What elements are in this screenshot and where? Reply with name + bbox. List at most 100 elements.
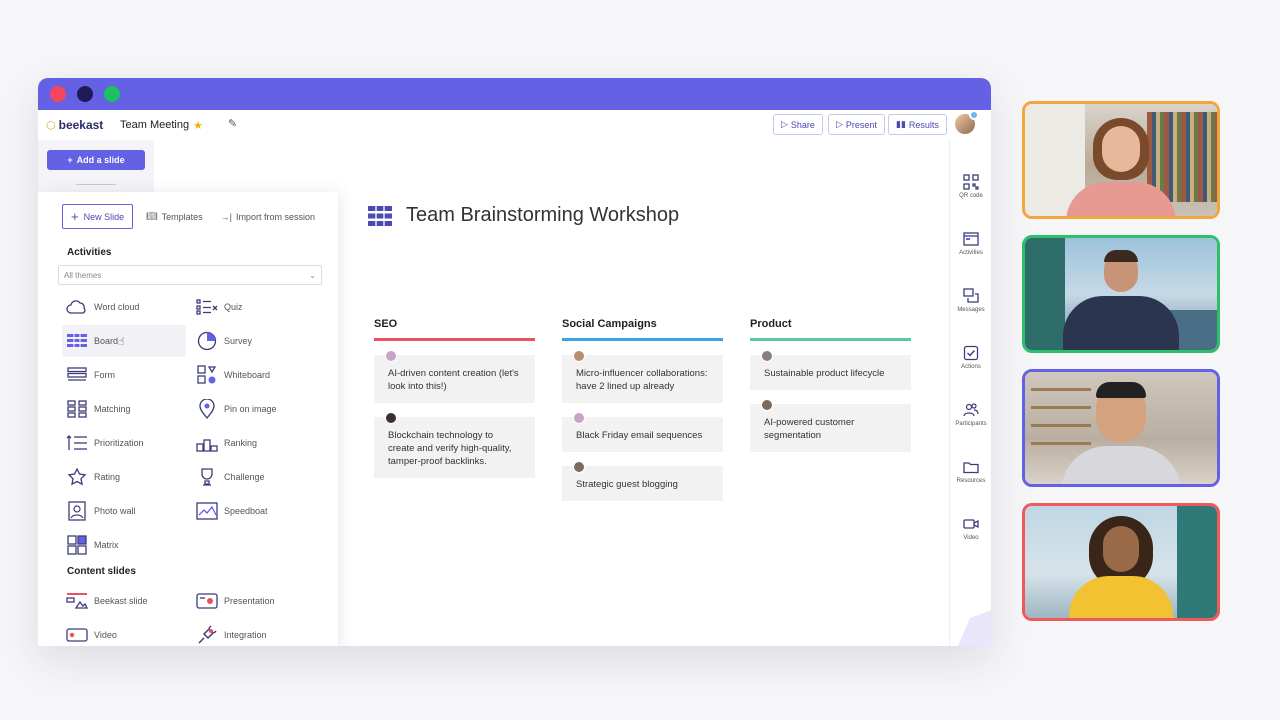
content-label: Presentation [224,596,275,606]
activity-photo-wall[interactable]: Photo wall [66,500,136,522]
user-avatar[interactable] [953,110,979,136]
participant-face [1102,126,1140,172]
divider [76,184,116,185]
activity-pin-on-image[interactable]: Pin on image [196,398,277,420]
idea-card[interactable]: Blockchain technology to create and veri… [374,412,535,478]
board-column-seo: SEO AI-driven content creation (let's lo… [374,318,535,492]
content-video[interactable]: Video [66,624,117,646]
share-label: Share [790,119,815,130]
column-header: Product [750,318,911,341]
import-arrow-icon: →| [220,211,232,222]
video-tile-participant-3[interactable] [1022,369,1220,487]
content-presentation[interactable]: Presentation [196,590,275,612]
activity-whiteboard[interactable]: Whiteboard [196,364,270,386]
photo-icon [66,501,88,521]
idea-card[interactable]: Strategic guest blogging [562,461,723,501]
idea-card[interactable]: Micro-influencer collaborations: have 2 … [562,350,723,403]
content-label: Video [94,630,117,640]
activity-label: Matching [94,404,131,414]
column-header: Social Campaigns [562,318,723,341]
activity-label: Photo wall [94,506,136,516]
matrix-icon [66,535,88,555]
messages-button[interactable]: Messages [950,288,991,313]
activity-board[interactable]: Board ☝ [62,325,186,357]
activity-label: Survey [224,336,253,346]
card-text: AI-powered customer segmentation [764,417,855,441]
activity-word-cloud[interactable]: Word cloud [66,296,139,318]
idea-card[interactable]: AI-driven content creation (let's look i… [374,350,535,403]
activity-label: Prioritization [94,438,144,448]
content-beekast-slide[interactable]: Beekast slide [66,590,148,612]
participant-avatar [385,350,397,362]
beekast-logo-icon: ⬡ [46,119,56,132]
tab-templates[interactable]: 📖︎ Templates [141,211,207,222]
actions-button[interactable]: Actions [950,345,991,370]
results-button[interactable]: ▮▮ Results [888,114,947,135]
content-integration[interactable]: Integration [196,624,267,646]
pie-chart-icon [196,331,218,351]
qr-code-button[interactable]: QR code [950,174,991,199]
results-icon: ▮▮ [896,119,906,129]
activity-form[interactable]: Form [66,364,115,386]
theme-select-value: All themes [64,271,102,280]
video-tile-participant-1[interactable] [1022,101,1220,219]
close-window-button[interactable] [50,86,66,102]
beekast-logo[interactable]: ⬡ beekast [46,118,103,132]
slide-header: Team Brainstorming Workshop [368,204,679,227]
notification-badge [969,110,979,120]
activity-label: Board [94,336,119,346]
activity-matrix[interactable]: Matrix [66,534,119,556]
card-text: Micro-influencer collaborations: have 2 … [576,368,708,392]
document-title: Team Meeting [120,119,190,131]
activity-label: Pin on image [224,404,277,414]
qr-code-label: QR code [959,193,983,199]
activity-matching[interactable]: Matching [66,398,131,420]
tab-import-label: Import from session [235,211,315,222]
video-label: Video [963,535,979,541]
tab-import-from-session[interactable]: →| Import from session [216,212,320,222]
add-slide-label: Add a slide [76,155,125,165]
edit-title-icon[interactable]: ✎ [228,117,237,130]
quiz-icon [196,298,218,316]
participant-avatar [385,412,397,424]
participant-avatar [573,412,585,424]
video-camera-icon [963,519,979,529]
activity-challenge[interactable]: Challenge [196,466,265,488]
participants-button[interactable]: Participants [950,402,991,427]
video-tile-participant-4[interactable] [1022,503,1220,621]
activity-prioritization[interactable]: Prioritization [66,432,144,454]
add-slide-button[interactable]: + Add a slide [47,150,145,170]
right-toolbar: QR code Activities Messages Actions Part… [949,140,991,646]
activity-speedboat[interactable]: Speedboat [196,500,268,522]
activities-button[interactable]: Activities [950,231,991,256]
present-button[interactable]: ▷ Present [828,114,885,135]
tab-new-slide[interactable]: + New Slide [62,204,134,229]
video-button[interactable]: Video [950,516,991,541]
card-text: Black Friday email sequences [576,430,703,441]
idea-card[interactable]: Black Friday email sequences [562,412,723,452]
resources-button[interactable]: Resources [950,459,991,484]
activity-ranking[interactable]: Ranking [196,432,257,454]
plus-icon: + [67,155,73,165]
activity-survey[interactable]: Survey [196,330,252,352]
card-text: Blockchain technology to create and veri… [388,430,512,467]
participants-icon [963,403,979,417]
board-icon [368,204,392,227]
card-text: Strategic guest blogging [576,479,678,490]
idea-card[interactable]: Sustainable product lifecycle [750,350,911,390]
share-button[interactable]: ▷ Share [773,114,823,135]
card-text: AI-driven content creation (let's look i… [388,368,519,392]
tab-templates-label: Templates [161,211,203,222]
video-tile-participant-2[interactable] [1022,235,1220,353]
add-slide-panel: + New Slide 📖︎ Templates →| Import from … [38,192,338,646]
activity-quiz[interactable]: Quiz [196,296,243,318]
panel-tabs: + New Slide 📖︎ Templates →| Import from … [62,204,320,229]
pin-icon [196,399,218,419]
activity-rating[interactable]: Rating [66,466,120,488]
theme-select[interactable]: All themes ⌄ [58,265,322,285]
maximize-window-button[interactable] [104,86,120,102]
decorative-shape [958,610,991,646]
favorite-star-icon[interactable]: ★ [193,119,203,132]
minimize-window-button[interactable] [77,86,93,102]
idea-card[interactable]: AI-powered customer segmentation [750,399,911,452]
